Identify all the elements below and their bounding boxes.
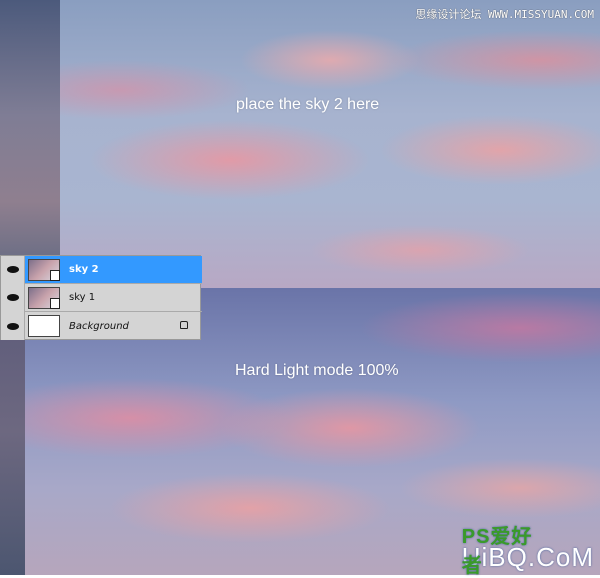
lock-icon <box>180 321 188 329</box>
layer-name: sky 1 <box>69 292 96 303</box>
layer-thumbnail <box>28 315 60 337</box>
layer-row-background[interactable]: Background <box>1 312 202 340</box>
site-logo: PS爱好者 UiBQ.CoM <box>462 526 594 577</box>
layers-panel: sky 2 sky 1 Background <box>0 255 202 340</box>
layer-row-sky-1[interactable]: sky 1 <box>1 283 202 312</box>
caption-bottom: Hard Light mode 100% <box>235 362 399 379</box>
eye-icon <box>6 322 19 330</box>
eye-icon <box>6 294 19 301</box>
eye-icon <box>6 266 19 273</box>
visibility-toggle[interactable] <box>1 312 25 340</box>
smart-object-icon <box>50 269 60 281</box>
layer-thumbnail <box>28 258 60 281</box>
layer-name: Background <box>69 320 129 332</box>
layer-row-sky-2[interactable]: sky 2 <box>1 255 202 284</box>
visibility-toggle[interactable] <box>1 283 25 312</box>
caption-top: place the sky 2 here <box>236 96 380 113</box>
image-edge-strip <box>0 0 60 288</box>
layer-name: sky 2 <box>69 264 99 275</box>
logo-ps: PS爱好者 <box>461 526 533 577</box>
sky-image-top <box>0 0 600 288</box>
smart-object-icon <box>50 297 60 309</box>
watermark: 思缘设计论坛 WWW.MISSYUAN.COM <box>415 8 594 21</box>
layer-thumbnail <box>28 286 60 309</box>
visibility-toggle[interactable] <box>1 255 25 284</box>
